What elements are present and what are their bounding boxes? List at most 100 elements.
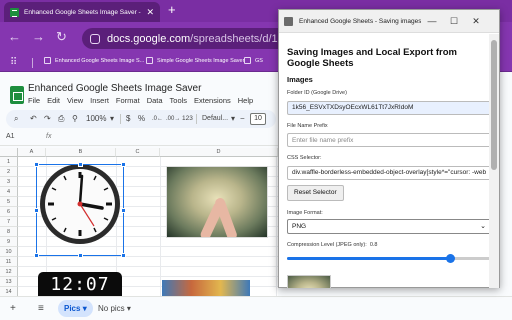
column-header-c[interactable]: C [116, 148, 160, 157]
bookmark-item[interactable]: Simple Google Sheets Image Saver [146, 57, 244, 64]
row-header[interactable]: 5 [0, 197, 18, 207]
all-sheets-icon[interactable]: ≡ [38, 303, 44, 314]
extension-popup-window: Enhanced Google Sheets - Saving images a… [278, 9, 500, 288]
slider-thumb[interactable] [446, 253, 456, 263]
css-selector-input[interactable] [287, 165, 489, 180]
maximize-icon[interactable]: ☐ [443, 16, 465, 27]
zoom-select[interactable]: 100% [86, 114, 106, 124]
chevron-down-icon: ▾ [126, 304, 131, 313]
row-header[interactable]: 8 [0, 227, 18, 237]
column-header-b[interactable]: B [46, 148, 116, 157]
digital-clock-image[interactable]: 12:07 [38, 272, 122, 296]
sheet-tab-label: No pics [98, 304, 125, 313]
redo-icon[interactable]: ↷ [44, 114, 51, 124]
select-all-corner[interactable] [0, 148, 18, 157]
bookmark-item[interactable]: Enhanced Google Sheets Image S... [44, 57, 144, 64]
beach-legs-image[interactable] [166, 166, 268, 238]
image-format-select[interactable]: PNG ⌄ [287, 218, 489, 234]
resize-handle[interactable] [121, 253, 126, 258]
back-icon[interactable]: ← [8, 30, 21, 44]
menu-format[interactable]: Format [116, 96, 140, 105]
row-header[interactable]: 11 [0, 257, 18, 267]
reset-selector-button[interactable]: Reset Selector [287, 184, 344, 201]
file-prefix-input[interactable] [287, 133, 489, 147]
browser-tab[interactable]: Enhanced Google Sheets Image Saver - Goo… [4, 2, 160, 22]
font-size-decrease-icon[interactable]: − [240, 114, 245, 124]
decrease-decimal-icon[interactable]: .0← [152, 114, 163, 124]
font-chevron-icon[interactable]: ▾ [231, 114, 235, 124]
apps-icon[interactable]: ⠿ [10, 56, 17, 70]
toolbar-divider [120, 114, 121, 124]
folder-id-label: Folder ID (Google Drive) [287, 90, 347, 96]
resize-handle[interactable] [34, 162, 39, 167]
row-header[interactable]: 13 [0, 277, 18, 287]
row-header[interactable]: 12 [0, 267, 18, 277]
row-header[interactable]: 1 [0, 157, 18, 167]
menu-data[interactable]: Data [147, 96, 163, 105]
undo-icon[interactable]: ↶ [30, 114, 37, 124]
resize-handle[interactable] [34, 253, 39, 258]
row-header[interactable]: 2 [0, 167, 18, 177]
bookmark-item[interactable]: GS [244, 57, 263, 64]
font-select[interactable]: Defaul... [202, 114, 228, 124]
menu-bar: File Edit View Insert Format Data Tools … [28, 96, 253, 105]
paint-format-icon[interactable]: ⚲ [72, 114, 78, 124]
image-thumbnail[interactable] [287, 274, 331, 288]
minimize-icon[interactable]: — [421, 16, 443, 26]
add-sheet-icon[interactable]: + [10, 303, 16, 314]
zoom-chevron-icon[interactable]: ▾ [110, 114, 114, 124]
sheet-tab-no-pics[interactable]: No pics ▾ [92, 300, 137, 317]
popup-scrollbar[interactable] [489, 34, 499, 288]
tab-close-icon[interactable]: ✕ [146, 7, 154, 18]
column-header-d[interactable]: D [160, 148, 278, 157]
compression-label: Compression Level (JPEG only): 0.8 [287, 242, 481, 248]
sheet-tabs-bar: + ≡ Pics ▾ No pics ▾ [0, 296, 512, 320]
forward-icon[interactable]: → [32, 30, 45, 44]
font-size-input[interactable]: 10 [250, 113, 266, 125]
resize-handle[interactable] [121, 208, 126, 213]
name-box[interactable]: A1 [6, 133, 15, 140]
compression-label-text: Compression Level (JPEG only): [287, 241, 367, 248]
compression-value: 0.8 [369, 241, 378, 248]
resize-handle[interactable] [121, 162, 126, 167]
print-icon[interactable]: ⎙ [58, 114, 64, 124]
more-formats-button[interactable]: 123 [182, 114, 193, 124]
resize-handle[interactable] [78, 162, 83, 167]
tab-title: Enhanced Google Sheets Image Saver - Goo… [24, 8, 142, 16]
row-header[interactable]: 6 [0, 207, 18, 217]
increase-decimal-icon[interactable]: .00→ [166, 114, 180, 124]
row-header[interactable]: 10 [0, 247, 18, 257]
document-title[interactable]: Enhanced Google Sheets Image Saver [28, 83, 201, 94]
currency-format-button[interactable]: $ [126, 114, 130, 124]
row-header[interactable]: 9 [0, 237, 18, 247]
menu-extensions[interactable]: Extensions [194, 96, 231, 105]
folder-id-input[interactable] [287, 100, 489, 115]
row-header[interactable]: 7 [0, 217, 18, 227]
image-selection-box[interactable] [34, 162, 126, 258]
image-preview-row [287, 274, 481, 288]
reload-icon[interactable]: ↻ [56, 30, 67, 44]
resize-handle[interactable] [34, 208, 39, 213]
menu-insert[interactable]: Insert [90, 96, 109, 105]
popup-content: Saving Images and Local Export from Goog… [279, 34, 489, 288]
sheet-tab-pics[interactable]: Pics ▾ [58, 300, 93, 317]
site-info-icon[interactable] [90, 33, 100, 44]
compression-slider[interactable] [287, 253, 489, 263]
new-tab-icon[interactable]: + [168, 2, 176, 17]
scrollbar-thumb[interactable] [491, 40, 497, 170]
menu-file[interactable]: File [28, 96, 40, 105]
sheets-logo-icon[interactable] [10, 86, 24, 104]
resize-handle[interactable] [78, 253, 83, 258]
search-menus-icon[interactable]: ⌕ [14, 114, 18, 124]
row-header[interactable]: 4 [0, 187, 18, 197]
percent-format-button[interactable]: % [138, 114, 145, 124]
poster-image[interactable] [162, 280, 250, 296]
menu-edit[interactable]: Edit [47, 96, 60, 105]
column-header-a[interactable]: A [18, 148, 46, 157]
menu-tools[interactable]: Tools [170, 96, 188, 105]
close-icon[interactable]: ✕ [465, 16, 487, 27]
menu-view[interactable]: View [67, 96, 83, 105]
chevron-down-icon: ▾ [82, 304, 87, 313]
menu-help[interactable]: Help [238, 96, 253, 105]
row-header[interactable]: 3 [0, 177, 18, 187]
